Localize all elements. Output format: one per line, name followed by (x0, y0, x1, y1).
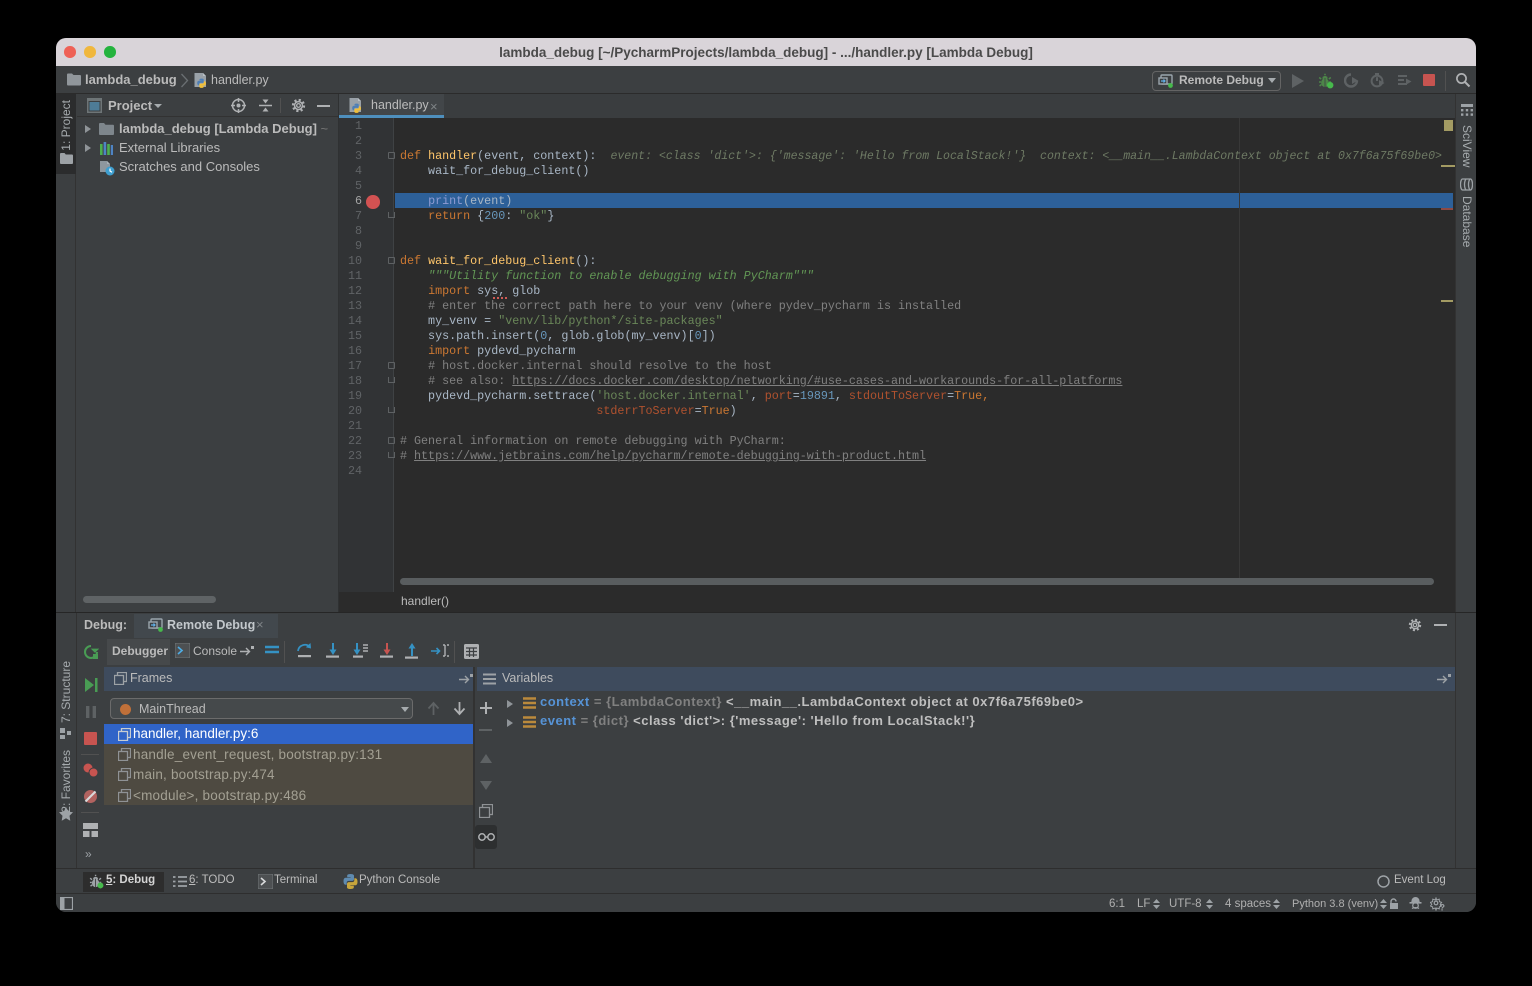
svg-text:?: ? (1440, 903, 1446, 912)
